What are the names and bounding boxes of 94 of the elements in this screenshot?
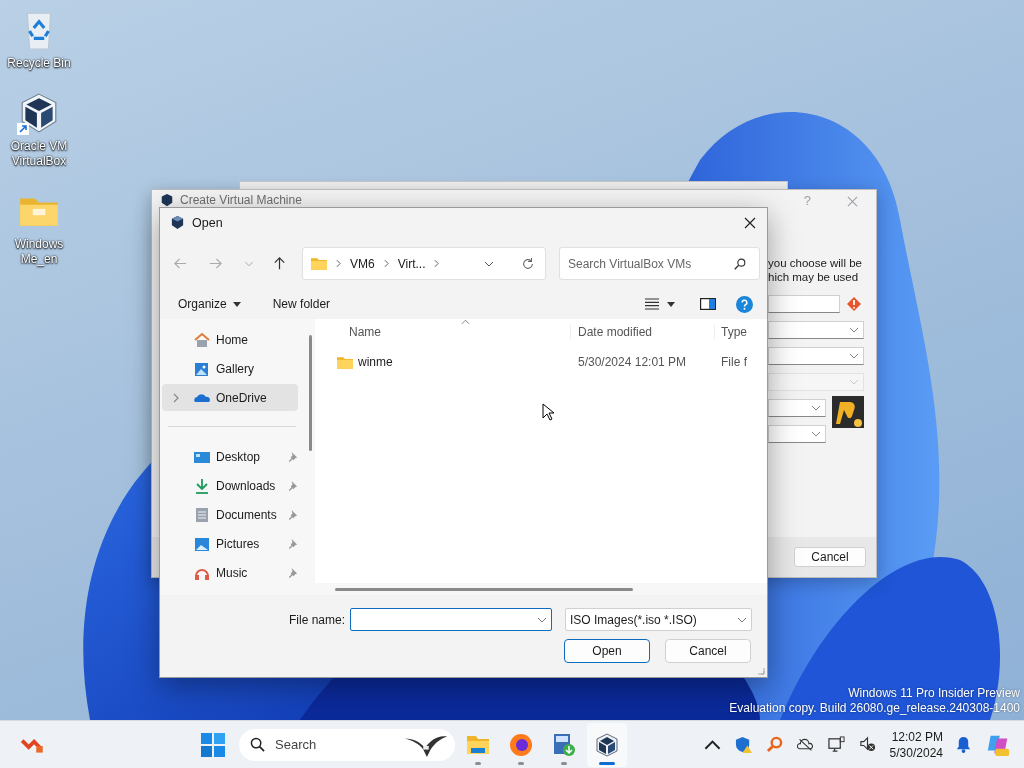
help-icon[interactable] xyxy=(736,295,753,313)
refresh-icon[interactable] xyxy=(521,256,535,271)
sort-ascending-icon xyxy=(461,319,470,325)
chevron-right-icon xyxy=(434,259,440,268)
form-field[interactable] xyxy=(768,295,840,313)
new-folder-button[interactable]: New folder xyxy=(264,293,339,315)
open-button[interactable]: Open xyxy=(564,639,650,663)
file-name-field[interactable] xyxy=(350,608,553,631)
document-icon xyxy=(194,506,210,523)
pin-icon[interactable] xyxy=(287,480,298,491)
navigation-item[interactable]: Home xyxy=(162,326,298,353)
speaker-muted-icon[interactable] xyxy=(858,736,876,753)
preview-pane-icon[interactable] xyxy=(700,298,716,310)
form-field[interactable] xyxy=(768,347,864,365)
house-icon xyxy=(194,331,210,348)
breadcrumb[interactable]: VM6 xyxy=(350,256,375,271)
chevron-right-icon[interactable] xyxy=(173,392,179,403)
taskbar-app[interactable] xyxy=(587,722,627,767)
browser-globe-icon xyxy=(509,732,533,757)
chevron-down-icon[interactable] xyxy=(537,616,548,623)
installer-icon xyxy=(552,732,576,757)
date-cell-text: 5/30/2024 12:01 PM xyxy=(577,355,688,369)
chevron-down-icon xyxy=(849,327,859,333)
search-field[interactable]: Search VirtualBox VMs xyxy=(559,247,760,280)
pin-icon[interactable] xyxy=(287,538,298,549)
file-name-label: File name: xyxy=(289,612,346,627)
pin-icon[interactable] xyxy=(287,451,298,462)
form-field[interactable] xyxy=(768,425,826,443)
navigation-item[interactable]: Gallery xyxy=(162,355,298,382)
resize-grip-icon[interactable] xyxy=(757,667,765,675)
start-icon[interactable] xyxy=(201,732,225,757)
pin-icon[interactable] xyxy=(287,567,298,578)
virtualbox-cube-icon xyxy=(595,732,619,757)
file-type-dropdown[interactable]: ISO Images(*.iso *.ISO) xyxy=(565,608,753,631)
description-text: you choose will be xyxy=(768,256,863,270)
chevron-down-icon xyxy=(811,431,821,437)
caret-icon[interactable] xyxy=(667,301,675,307)
chevron-right-icon xyxy=(383,259,389,268)
download-icon xyxy=(194,477,210,494)
breadcrumb[interactable]: Virt... xyxy=(397,256,426,271)
dialog-title: Open xyxy=(192,215,223,230)
address-bar[interactable]: VM6 Virt... xyxy=(302,247,546,280)
navigation-item[interactable]: OneDrive xyxy=(162,384,298,411)
chevron-right-icon xyxy=(336,259,341,268)
back-arrow-icon[interactable] xyxy=(173,256,188,271)
search-input[interactable]: Search xyxy=(275,737,393,752)
description-text: hich may be used xyxy=(768,270,860,284)
scrollbar-thumb[interactable] xyxy=(335,588,633,591)
close-icon[interactable] xyxy=(744,216,756,229)
column-header[interactable]: Type xyxy=(714,325,747,339)
magnifier-icon[interactable] xyxy=(765,736,783,753)
type-cell-text: File f xyxy=(720,355,747,369)
file-name-cell[interactable]: winme xyxy=(358,355,393,369)
gallery-icon xyxy=(194,360,210,377)
column-header[interactable]: Date modified xyxy=(570,325,714,339)
up-arrow-icon[interactable] xyxy=(272,256,287,271)
cancel-button[interactable]: Cancel xyxy=(665,639,751,663)
chevron-down-icon xyxy=(737,616,748,623)
chevron-down-icon xyxy=(849,353,859,359)
navigation-item[interactable]: Downloads xyxy=(162,472,298,499)
search-icon xyxy=(733,256,747,271)
chevron-down-icon xyxy=(849,379,859,385)
cancel-button[interactable]: Cancel xyxy=(794,547,866,567)
shield-warning-icon[interactable] xyxy=(734,736,752,753)
search-icon xyxy=(250,737,265,752)
virtualbox-cube-icon xyxy=(170,215,185,230)
pin-icon[interactable] xyxy=(287,509,298,520)
folder-icon xyxy=(311,257,327,270)
os-thumbnail-icon xyxy=(832,396,864,428)
chevron-down-icon xyxy=(811,405,821,411)
search-input[interactable]: Search VirtualBox VMs xyxy=(568,256,733,271)
picture-icon xyxy=(194,535,210,552)
organize-menu-button[interactable]: Organize xyxy=(170,293,249,315)
mouse-pointer-icon xyxy=(542,403,554,421)
bell-icon[interactable] xyxy=(955,736,972,753)
clock[interactable]: 12:02 PM 5/30/2024 xyxy=(889,728,943,761)
scrollbar-thumb[interactable] xyxy=(309,335,312,451)
window-title: Create Virtual Machine xyxy=(180,193,302,207)
column-header[interactable]: Name xyxy=(315,325,570,339)
navigation-item[interactable]: Music xyxy=(162,559,298,586)
taskbar-search-field[interactable]: Search xyxy=(239,728,455,761)
chevron-down-icon[interactable] xyxy=(484,260,494,267)
caret-icon xyxy=(232,301,241,307)
navigation-item[interactable]: Pictures xyxy=(162,530,298,557)
watermark-text: Evaluation copy. Build 26080.ge_release.240308-1400 xyxy=(729,701,1020,716)
cloud-offline-icon[interactable] xyxy=(796,736,814,753)
navigation-item[interactable]: Documents xyxy=(162,501,298,528)
list-view-icon[interactable] xyxy=(645,298,659,310)
form-field[interactable] xyxy=(768,321,864,339)
folder-icon xyxy=(337,355,353,369)
network-icon[interactable] xyxy=(827,736,845,753)
navigation-item[interactable]: Desktop xyxy=(162,443,298,470)
form-field[interactable] xyxy=(768,399,826,417)
forward-arrow-icon[interactable] xyxy=(208,256,223,271)
